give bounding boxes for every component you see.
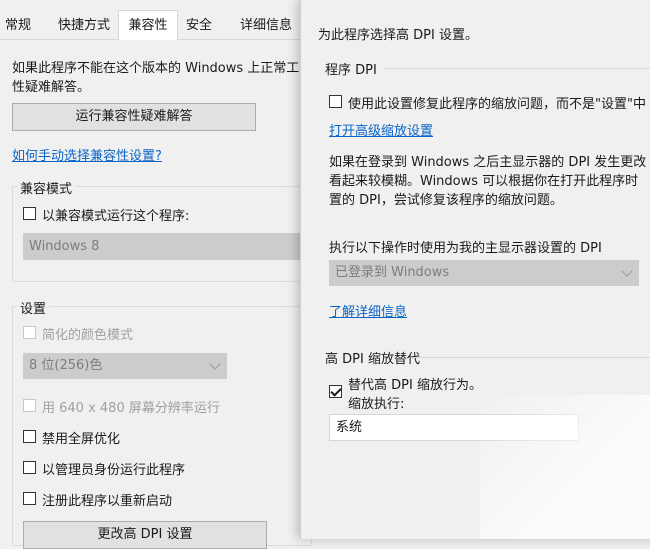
override-checkbox[interactable]	[329, 385, 342, 398]
compat-mode-checkbox[interactable]	[23, 207, 36, 220]
override-divider	[413, 357, 650, 358]
register-restart-checkbox[interactable]	[23, 492, 36, 505]
disable-fullscreen-label: 禁用全屏优化	[42, 432, 121, 447]
learn-more-link[interactable]: 了解详细信息	[329, 301, 407, 320]
color-depth-select[interactable]: 8 位(256)色	[23, 353, 227, 379]
register-restart-label: 注册此程序以重新启动	[42, 494, 173, 509]
scaling-performed-value: 系统	[336, 420, 363, 435]
tab-strip: 常规 快捷方式 兼容性 安全 详细信息	[0, 10, 310, 40]
program-dpi-title: 程序 DPI	[325, 63, 377, 78]
scaling-performed-label: 缩放执行:	[348, 397, 405, 412]
compat-os-select[interactable]: Windows 8	[23, 233, 303, 260]
watermark-fade	[480, 395, 650, 539]
reduced-color-label: 简化的颜色模式	[42, 328, 134, 343]
dpi-when-select[interactable]: 已登录到 Windows	[329, 260, 639, 286]
override-title: 高 DPI 缩放替代	[325, 352, 420, 367]
use-setting-checkbox[interactable]	[329, 95, 342, 108]
dpi-description-2: 看起来较模糊。Windows 可以根据你在打开此程序时	[329, 174, 639, 189]
tab-details[interactable]: 详细信息	[234, 13, 298, 38]
compat-mode-title: 兼容模式	[17, 178, 76, 197]
tab-compatibility[interactable]: 兼容性	[118, 10, 178, 40]
intro-text-2: 性疑难解答。	[12, 80, 91, 95]
run-640-label: 用 640 x 480 屏幕分辨率运行	[42, 401, 220, 416]
dialog-heading: 为此程序选择高 DPI 设置。	[318, 28, 478, 43]
open-advanced-scaling-link[interactable]: 打开高级缩放设置	[329, 120, 433, 139]
run-as-admin-label: 以管理员身份运行此程序	[42, 463, 186, 478]
reduced-color-checkbox[interactable]	[23, 326, 36, 339]
tab-shortcut[interactable]: 快捷方式	[52, 13, 116, 38]
intro-text: 如果此程序不能在这个版本的 Windows 上正常工	[12, 61, 300, 76]
settings-title: 设置	[17, 298, 50, 317]
program-dpi-divider	[383, 68, 650, 69]
dpi-when-value: 已登录到 Windows	[335, 265, 450, 280]
disable-fullscreen-checkbox[interactable]	[23, 430, 36, 443]
dpi-description-1: 如果在登录到 Windows 之后主显示器的 DPI 发生更改	[329, 155, 647, 170]
run-as-admin-checkbox[interactable]	[23, 461, 36, 474]
compat-mode-label: 以兼容模式运行这个程序:	[42, 209, 190, 224]
change-dpi-button[interactable]: 更改高 DPI 设置	[23, 521, 267, 549]
tab-security[interactable]: 安全	[182, 13, 216, 38]
override-label: 替代高 DPI 缩放行为。	[348, 378, 482, 393]
use-setting-label: 使用此设置修复此程序的缩放问题，而不是"设置"中	[348, 97, 646, 112]
dpi-description-3: 置的 DPI，尝试修复该程序的缩放问题。	[329, 193, 563, 208]
manual-compat-link[interactable]: 如何手动选择兼容性设置?	[12, 145, 162, 164]
chevron-down-icon	[621, 265, 633, 277]
run-troubleshooter-button[interactable]: 运行兼容性疑难解答	[12, 103, 256, 131]
chevron-down-icon	[209, 358, 221, 370]
run-640-checkbox[interactable]	[23, 399, 36, 412]
tab-general[interactable]: 常规	[2, 13, 34, 38]
compat-os-value: Windows 8	[29, 239, 100, 254]
color-depth-value: 8 位(256)色	[29, 358, 103, 373]
use-dpi-label: 执行以下操作时使用为我的主显示器设置的 DPI	[329, 241, 602, 256]
